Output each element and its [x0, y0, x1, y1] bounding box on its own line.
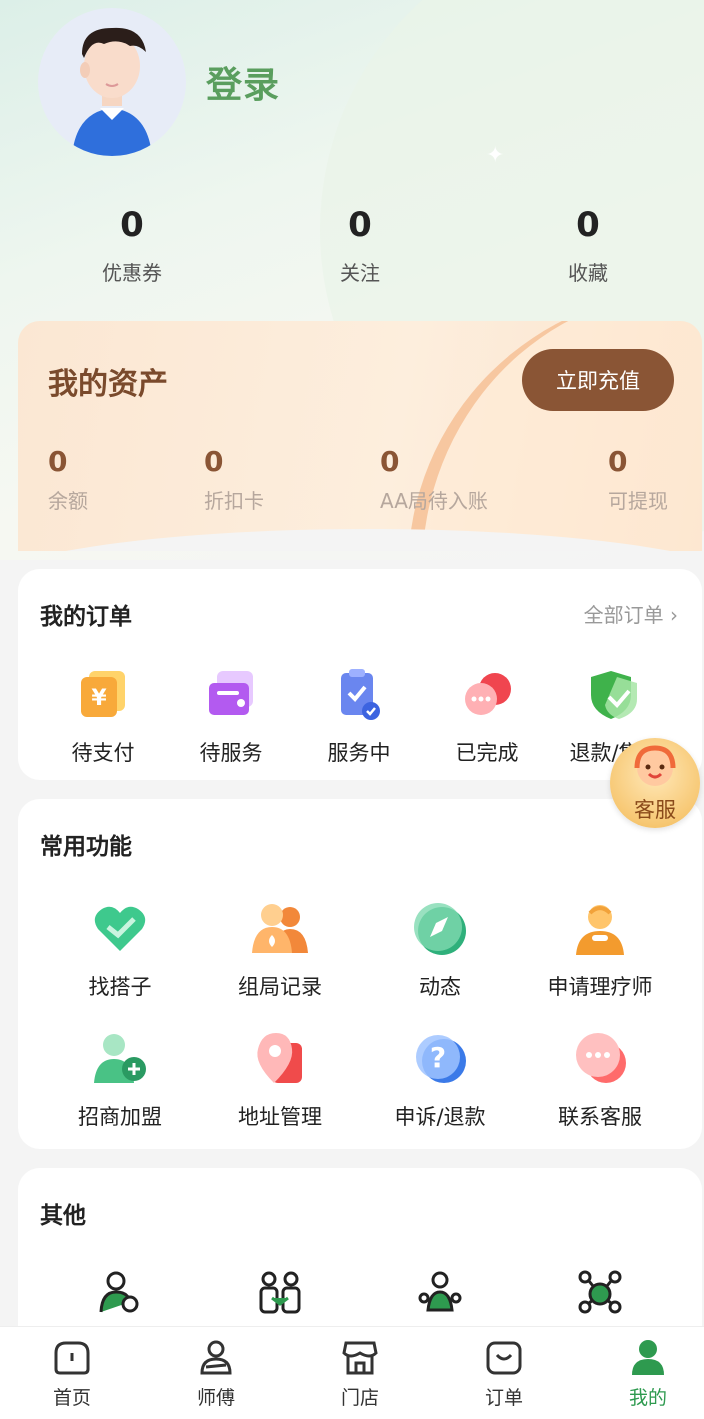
tab-label: 门店 [340, 1387, 379, 1409]
floating-service-label: 客服 [634, 798, 676, 822]
chat-bubble-icon [457, 665, 517, 725]
function-label: 招商加盟 [78, 1105, 162, 1129]
tab-orders[interactable]: 订单 [444, 1339, 564, 1410]
network-icon [578, 1270, 622, 1314]
tab-home[interactable]: 首页 [12, 1339, 132, 1410]
common-functions-card: 常用功能 找搭子 组局记录 动态 申请理疗师 招商加盟 地址管理 ? 申诉/退款… [18, 799, 702, 1149]
function-appeal-refund[interactable]: ? 申诉/退款 [360, 1029, 520, 1131]
default-avatar-icon [72, 27, 152, 156]
master-icon [200, 1340, 232, 1375]
tab-store[interactable]: 门店 [300, 1339, 420, 1410]
function-label: 地址管理 [238, 1105, 322, 1129]
function-label: 组局记录 [238, 975, 322, 999]
bottom-tab-bar: 首页 师傅 门店 订单 我的 [0, 1326, 704, 1419]
other-item-agent[interactable] [40, 1270, 200, 1314]
team-icon [418, 1270, 462, 1314]
asset-value: 0 [380, 445, 400, 478]
partners-icon [258, 1270, 302, 1314]
function-label: 联系客服 [558, 1105, 642, 1129]
tab-label: 订单 [484, 1387, 523, 1409]
group-users-icon [250, 899, 310, 959]
tab-mine[interactable]: 我的 [588, 1339, 704, 1410]
sparkle-icon: ✦ [486, 143, 505, 168]
asset-value: 0 [48, 445, 68, 478]
function-find-partner[interactable]: 找搭子 [40, 899, 200, 1001]
function-label: 申请理疗师 [547, 975, 653, 999]
add-user-icon [90, 1029, 150, 1089]
asset-label: 余额 [48, 489, 88, 513]
other-item-partners[interactable] [200, 1270, 360, 1314]
function-label: 找搭子 [88, 975, 152, 999]
service-mascot-icon [634, 745, 676, 786]
svg-text:¥: ¥ [91, 686, 107, 711]
shield-check-icon [585, 665, 645, 725]
profile-icon [632, 1340, 664, 1375]
function-moments[interactable]: 动态 [360, 899, 520, 1001]
other-title: 其他 [40, 1203, 86, 1229]
asset-label: 可提现 [608, 489, 668, 513]
stat-value: 0 [576, 205, 600, 245]
asset-balance[interactable]: 0 余额 [48, 445, 88, 514]
tab-master[interactable]: 师傅 [156, 1339, 276, 1410]
stat-coupons[interactable]: 0 优惠券 [42, 205, 222, 286]
function-label: 动态 [419, 975, 461, 999]
all-orders-link[interactable]: 全部订单 › [584, 599, 678, 628]
orders-card: 我的订单 全部订单 › ¥ 待支付 待服务 服务中 已完成 退款/售后 [18, 569, 702, 780]
order-bag-icon [486, 1341, 522, 1375]
asset-withdrawable[interactable]: 0 可提现 [608, 445, 668, 514]
asset-value: 0 [608, 445, 628, 478]
function-label: 申诉/退款 [394, 1105, 486, 1129]
assets-card: 我的资产 立即充值 0 余额 0 折扣卡 0 AA局待入账 0 可提现 [18, 321, 702, 551]
assets-title: 我的资产 [48, 367, 168, 402]
heart-icon [90, 899, 150, 959]
asset-aa-pending[interactable]: 0 AA局待入账 [380, 445, 488, 514]
avatar[interactable] [38, 8, 186, 156]
chevron-right-icon: › [670, 603, 678, 627]
tab-label: 我的 [628, 1387, 667, 1409]
svg-text:?: ? [430, 1041, 446, 1074]
function-franchise[interactable]: 招商加盟 [40, 1029, 200, 1131]
recharge-button[interactable]: 立即充值 [522, 349, 674, 411]
therapist-icon [570, 899, 630, 959]
stat-following[interactable]: 0 关注 [270, 205, 450, 286]
asset-value: 0 [204, 445, 224, 478]
asset-label: 折扣卡 [204, 489, 264, 513]
other-item-team[interactable] [360, 1270, 520, 1314]
all-orders-label: 全部订单 [583, 603, 664, 627]
home-icon [54, 1341, 90, 1375]
clipboard-check-icon [329, 665, 389, 725]
stat-label: 收藏 [568, 261, 608, 285]
tab-label: 师傅 [196, 1387, 235, 1409]
stat-label: 关注 [340, 261, 380, 285]
tab-label: 首页 [52, 1387, 91, 1409]
stat-value: 0 [120, 205, 144, 245]
asset-label: AA局待入账 [380, 489, 488, 513]
message-icon [570, 1029, 630, 1089]
store-icon [342, 1341, 378, 1375]
stat-value: 0 [348, 205, 372, 245]
other-card: 其他 [18, 1168, 702, 1348]
function-address-management[interactable]: 地址管理 [200, 1029, 360, 1131]
compass-icon [410, 899, 470, 959]
yuan-wallet-icon: ¥ [73, 665, 133, 725]
card-icon [201, 665, 261, 725]
stat-label: 优惠券 [102, 261, 162, 285]
question-bubble-icon: ? [410, 1029, 470, 1089]
stat-favorites[interactable]: 0 收藏 [498, 205, 678, 286]
location-pin-icon [250, 1029, 310, 1089]
other-item-network[interactable] [520, 1270, 680, 1314]
agent-icon [98, 1270, 142, 1314]
login-link[interactable]: 登录 [206, 56, 280, 108]
common-functions-title: 常用功能 [40, 834, 132, 860]
orders-title: 我的订单 [40, 604, 132, 630]
floating-customer-service-button[interactable]: 客服 [610, 738, 700, 828]
function-contact-service[interactable]: 联系客服 [520, 1029, 680, 1131]
asset-discount-card[interactable]: 0 折扣卡 [204, 445, 264, 514]
function-group-records[interactable]: 组局记录 [200, 899, 360, 1001]
function-apply-therapist[interactable]: 申请理疗师 [520, 899, 680, 1001]
